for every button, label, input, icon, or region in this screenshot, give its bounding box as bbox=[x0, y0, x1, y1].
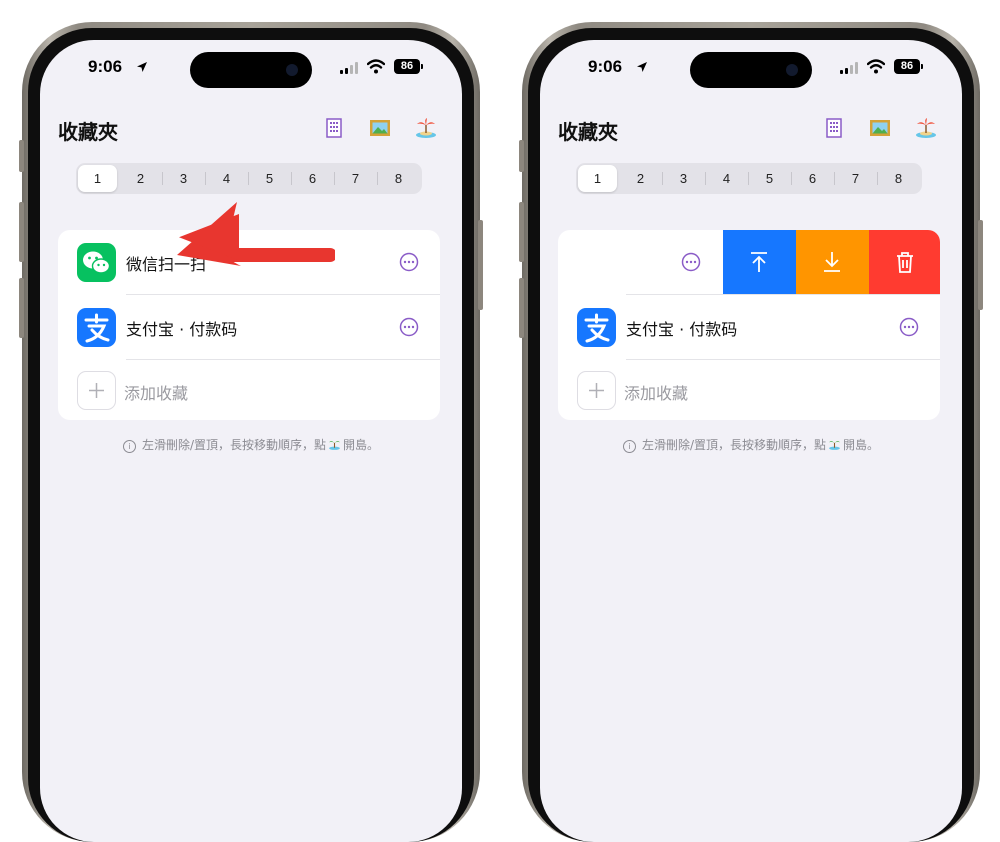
page-option[interactable]: 7 bbox=[336, 165, 375, 192]
page-title: 收藏夾 bbox=[558, 120, 618, 144]
volume-down-button bbox=[519, 278, 524, 338]
screen-left: 9:06 86 收藏夾 1 2 3 4 5 6 7 8 微信扫一扫 支付宝 · … bbox=[40, 40, 462, 842]
alipay-icon bbox=[77, 308, 116, 347]
more-options-icon[interactable] bbox=[399, 317, 419, 337]
status-time: 9:06 bbox=[588, 57, 623, 76]
wifi-icon bbox=[867, 59, 885, 74]
page-selector[interactable]: 1 2 3 4 5 6 7 8 bbox=[76, 163, 422, 194]
page-option[interactable]: 4 bbox=[707, 165, 746, 192]
action-button bbox=[519, 140, 524, 172]
plus-icon bbox=[89, 383, 104, 398]
dynamic-island bbox=[190, 52, 312, 88]
page-option[interactable]: 2 bbox=[621, 165, 660, 192]
page-option[interactable]: 5 bbox=[750, 165, 789, 192]
page-option[interactable]: 5 bbox=[250, 165, 289, 192]
picture-frame-icon[interactable] bbox=[368, 116, 392, 140]
list-item-alipay[interactable]: 支付宝 · 付款码 bbox=[558, 295, 940, 359]
page-option[interactable]: 3 bbox=[664, 165, 703, 192]
building-icon[interactable] bbox=[322, 116, 346, 140]
volume-up-button bbox=[519, 202, 524, 262]
hint-text: i 左滑刪除/置頂，長按移動順序，點 開島。 bbox=[540, 436, 962, 453]
power-button bbox=[978, 220, 983, 310]
camera-dot bbox=[786, 64, 798, 76]
swipe-left-arrow-icon bbox=[177, 202, 335, 266]
page-option[interactable]: 6 bbox=[293, 165, 332, 192]
favorite-label: 支付宝 · 付款码 bbox=[626, 320, 738, 339]
page-option[interactable]: 3 bbox=[164, 165, 203, 192]
alipay-icon bbox=[577, 308, 616, 347]
page-option[interactable]: 1 bbox=[578, 165, 617, 192]
volume-up-button bbox=[19, 202, 24, 262]
divider bbox=[126, 359, 440, 360]
pin-top-icon bbox=[751, 252, 767, 272]
info-icon: i bbox=[122, 440, 136, 453]
phone-frame-left: 9:06 86 收藏夾 1 2 3 4 5 6 7 8 微信扫一扫 支付宝 · … bbox=[19, 22, 483, 842]
hint-text: i 左滑刪除/置頂，長按移動順序，點 開島。 bbox=[40, 436, 462, 453]
favorites-list: 支付宝 · 付款码 添加收藏 bbox=[558, 230, 940, 420]
island-icon bbox=[329, 441, 340, 450]
island-icon bbox=[829, 441, 840, 450]
building-icon[interactable] bbox=[822, 116, 846, 140]
plus-icon bbox=[589, 383, 604, 398]
phone-frame-right: 9:06 86 收藏夾 1 2 3 4 5 6 7 8 支付宝 · 付款码 添加… bbox=[519, 22, 983, 842]
more-options-icon[interactable] bbox=[899, 317, 919, 337]
favorite-label: 支付宝 · 付款码 bbox=[126, 320, 238, 339]
list-item-wechat-swiped[interactable] bbox=[558, 230, 940, 294]
power-button bbox=[478, 220, 483, 310]
page-option[interactable]: 8 bbox=[379, 165, 418, 192]
action-button bbox=[19, 140, 24, 172]
more-options-icon[interactable] bbox=[399, 252, 419, 272]
page-selector[interactable]: 1 2 3 4 5 6 7 8 bbox=[576, 163, 922, 194]
wechat-icon bbox=[77, 243, 116, 282]
download-arrow-icon bbox=[824, 252, 840, 272]
status-bar: 9:06 86 bbox=[540, 40, 962, 100]
page-option[interactable]: 2 bbox=[121, 165, 160, 192]
screen-right: 9:06 86 收藏夾 1 2 3 4 5 6 7 8 支付宝 · 付款码 添加… bbox=[540, 40, 962, 842]
page-option[interactable]: 1 bbox=[78, 165, 117, 192]
add-favorite-button[interactable] bbox=[77, 371, 116, 410]
volume-down-button bbox=[19, 278, 24, 338]
wifi-icon bbox=[367, 59, 385, 74]
picture-frame-icon[interactable] bbox=[868, 116, 892, 140]
info-icon: i bbox=[622, 440, 636, 453]
page-title: 收藏夾 bbox=[58, 120, 118, 144]
pin-to-top-button[interactable] bbox=[723, 230, 796, 294]
battery-indicator: 86 bbox=[894, 59, 923, 74]
more-options-icon[interactable] bbox=[681, 252, 701, 272]
island-icon[interactable] bbox=[414, 116, 438, 140]
camera-dot bbox=[286, 64, 298, 76]
page-option[interactable]: 6 bbox=[793, 165, 832, 192]
location-arrow-icon bbox=[137, 62, 147, 72]
cellular-signal-icon bbox=[840, 62, 860, 74]
move-down-button[interactable] bbox=[796, 230, 869, 294]
add-favorite-button[interactable] bbox=[577, 371, 616, 410]
island-icon[interactable] bbox=[914, 116, 938, 140]
location-arrow-icon bbox=[637, 62, 647, 72]
page-option[interactable]: 8 bbox=[879, 165, 918, 192]
divider bbox=[626, 359, 940, 360]
status-bar: 9:06 86 bbox=[40, 40, 462, 100]
cellular-signal-icon bbox=[340, 62, 360, 74]
add-favorite-label[interactable]: 添加收藏 bbox=[124, 380, 188, 404]
delete-button[interactable] bbox=[869, 230, 940, 294]
page-option[interactable]: 4 bbox=[207, 165, 246, 192]
page-option[interactable]: 7 bbox=[836, 165, 875, 192]
status-time: 9:06 bbox=[88, 57, 123, 76]
add-favorite-label[interactable]: 添加收藏 bbox=[624, 380, 688, 404]
dynamic-island bbox=[690, 52, 812, 88]
battery-indicator: 86 bbox=[394, 59, 423, 74]
list-item-alipay[interactable]: 支付宝 · 付款码 bbox=[58, 295, 440, 359]
trash-icon bbox=[897, 252, 913, 273]
